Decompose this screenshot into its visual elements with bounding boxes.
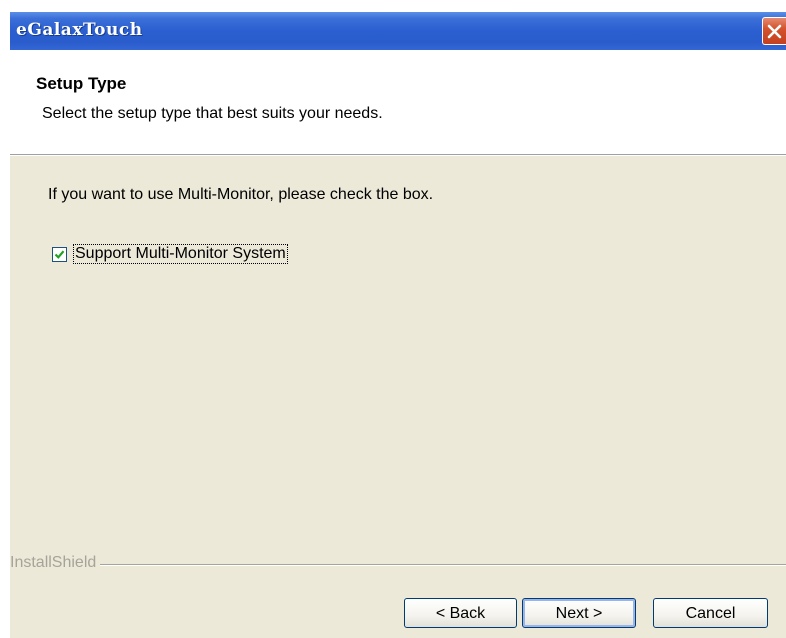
- page-title: Setup Type: [36, 74, 127, 93]
- close-icon: [767, 24, 782, 39]
- window-title: eGalaxTouch: [16, 20, 143, 40]
- footer-divider: [100, 564, 786, 566]
- checkmark-icon: [54, 250, 65, 259]
- header-divider: [10, 155, 786, 156]
- cancel-button[interactable]: Cancel: [653, 598, 768, 628]
- dialog-header: Setup Type Select the setup type that be…: [10, 50, 786, 155]
- multi-monitor-checkbox[interactable]: [52, 247, 67, 262]
- title-bar[interactable]: eGalaxTouch: [10, 12, 786, 50]
- next-button[interactable]: Next >: [522, 598, 636, 628]
- setup-dialog: eGalaxTouch Setup Type Select the setup …: [10, 12, 786, 638]
- close-button[interactable]: [762, 17, 786, 45]
- page-subtitle: Select the setup type that best suits yo…: [42, 105, 383, 122]
- back-button[interactable]: < Back: [404, 598, 517, 628]
- instruction-text: If you want to use Multi-Monitor, please…: [48, 186, 434, 203]
- installshield-brand: InstallShield: [10, 554, 97, 571]
- multi-monitor-label[interactable]: Support Multi-Monitor System: [73, 244, 288, 264]
